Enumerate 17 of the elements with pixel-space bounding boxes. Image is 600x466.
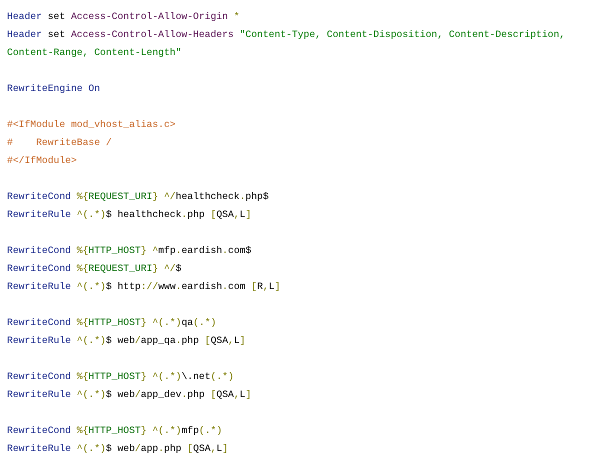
comment-line: #<IfModule mod_vhost_alias.c> [7, 118, 176, 132]
code-line: RewriteRule ^(.*)$ web/app_dev.php [QSA,L] [7, 388, 252, 402]
comment-line: # RewriteBase / [7, 136, 112, 150]
code-line: Header set Access-Control-Allow-Origin * [7, 10, 240, 24]
code-line: RewriteCond %{REQUEST_URI} ^/$ [7, 262, 182, 276]
code-line: RewriteRule ^(.*)$ web/app.php [QSA,L] [7, 442, 228, 456]
code-line: RewriteRule ^(.*)$ healthcheck.php [QSA,L] [7, 208, 252, 222]
code-line: Header set Access-Control-Allow-Headers "Content-Type, Content-Disposition, Content-Description, Content-Range, Content-Length" [7, 28, 566, 60]
code-line: RewriteCond %{HTTP_HOST} ^(.*)\.net(.*) [7, 370, 234, 384]
code-line: RewriteRule ^(.*)$ http://www.eardish.com [R,L] [7, 280, 280, 294]
code-line: RewriteEngine On [7, 82, 100, 96]
code-line: RewriteCond %{HTTP_HOST} ^(.*)mfp(.*) [7, 424, 222, 438]
code-line: RewriteRule ^(.*)$ web/app_qa.php [QSA,L] [7, 334, 246, 348]
comment-line: #</IfModule> [7, 154, 77, 168]
code-line: RewriteCond %{REQUEST_URI} ^/healthcheck.php$ [7, 190, 269, 204]
code-line: RewriteCond %{HTTP_HOST} ^(.*)qa(.*) [7, 316, 216, 330]
code-line: RewriteCond %{HTTP_HOST} ^mfp.eardish.com$ [7, 244, 252, 258]
